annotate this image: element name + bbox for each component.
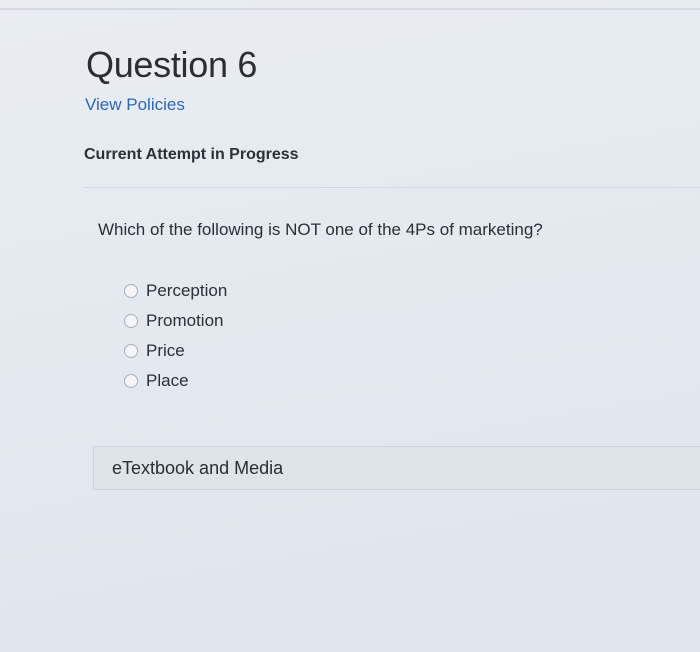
- etextbook-media-button[interactable]: eTextbook and Media: [93, 446, 700, 490]
- option-label: Promotion: [146, 311, 224, 330]
- radio-unchecked-icon[interactable]: [124, 344, 138, 358]
- option-promotion[interactable]: Promotion: [124, 306, 227, 336]
- etextbook-media-label: eTextbook and Media: [112, 458, 284, 478]
- answer-options: Perception Promotion Price Place: [124, 276, 227, 396]
- radio-unchecked-icon[interactable]: [124, 314, 138, 328]
- section-divider: [84, 187, 700, 188]
- option-label: Perception: [146, 281, 228, 300]
- top-border: [0, 8, 700, 10]
- attempt-status: Current Attempt in Progress: [84, 146, 299, 163]
- option-price[interactable]: Price: [124, 336, 227, 366]
- radio-unchecked-icon[interactable]: [124, 284, 138, 298]
- option-perception[interactable]: Perception: [124, 276, 227, 306]
- radio-unchecked-icon[interactable]: [124, 374, 138, 388]
- option-place[interactable]: Place: [124, 366, 227, 396]
- option-label: Place: [146, 371, 189, 390]
- question-prompt: Which of the following is NOT one of the…: [98, 220, 543, 239]
- question-title: Question 6: [86, 44, 258, 85]
- view-policies-link[interactable]: View Policies: [85, 95, 185, 115]
- option-label: Price: [146, 341, 185, 360]
